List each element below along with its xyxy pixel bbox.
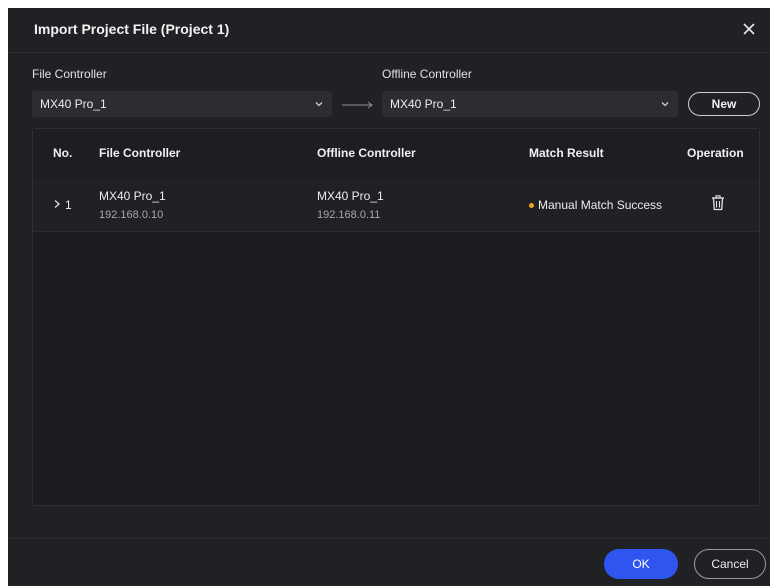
offline-controller-select[interactable]: MX40 Pro_1 bbox=[382, 91, 678, 117]
header-offline-controller: Offline Controller bbox=[317, 146, 416, 160]
file-controller-name: MX40 Pro_1 bbox=[99, 189, 166, 203]
dialog-footer: OK Cancel bbox=[8, 538, 770, 587]
header-match-result: Match Result bbox=[529, 146, 604, 160]
table-row[interactable]: 1 MX40 Pro_1 192.168.0.10 MX40 Pro_1 192… bbox=[33, 179, 759, 232]
dialog-title: Import Project File (Project 1) bbox=[34, 21, 230, 37]
ok-button[interactable]: OK bbox=[604, 549, 678, 579]
offline-controller-ip: 192.168.0.11 bbox=[317, 209, 381, 221]
match-status-dot bbox=[529, 203, 534, 208]
file-controller-ip: 192.168.0.10 bbox=[99, 209, 164, 221]
header-no: No. bbox=[53, 146, 73, 160]
offline-controller-label: Offline Controller bbox=[382, 67, 472, 81]
new-button[interactable]: New bbox=[688, 92, 760, 116]
trash-icon[interactable] bbox=[711, 195, 725, 211]
close-icon[interactable] bbox=[738, 18, 760, 40]
header-file-controller: File Controller bbox=[99, 146, 181, 160]
file-controller-label: File Controller bbox=[32, 67, 107, 81]
match-result-text: Manual Match Success bbox=[538, 198, 663, 212]
offline-controller-name: MX40 Pro_1 bbox=[317, 189, 384, 203]
file-controller-select[interactable]: MX40 Pro_1 bbox=[32, 91, 332, 117]
dialog-titlebar: Import Project File (Project 1) bbox=[8, 8, 770, 53]
offline-controller-value: MX40 Pro_1 bbox=[390, 97, 457, 111]
header-operation: Operation bbox=[687, 146, 744, 160]
table-header: No. File Controller Offline Controller M… bbox=[33, 129, 759, 179]
arrow-right-icon bbox=[342, 101, 373, 109]
file-controller-value: MX40 Pro_1 bbox=[40, 97, 107, 111]
chevron-down-icon bbox=[661, 102, 669, 107]
cancel-button[interactable]: Cancel bbox=[694, 549, 766, 579]
chevron-right-icon[interactable] bbox=[53, 199, 61, 209]
chevron-down-icon bbox=[315, 102, 323, 107]
row-number: 1 bbox=[65, 198, 72, 212]
controller-match-table: No. File Controller Offline Controller M… bbox=[32, 128, 760, 506]
import-project-dialog: Import Project File (Project 1) File Con… bbox=[8, 8, 770, 586]
